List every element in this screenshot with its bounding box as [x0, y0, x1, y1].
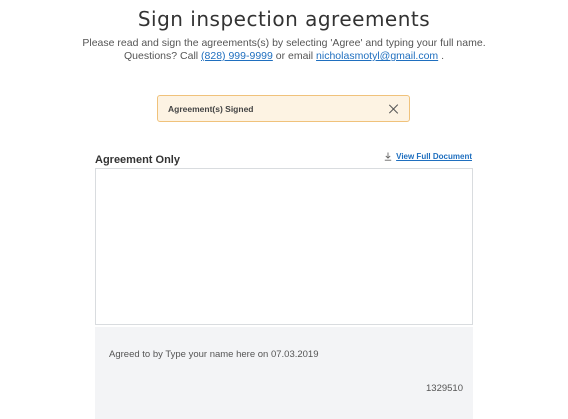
close-icon[interactable] [388, 103, 400, 115]
page-title: Sign inspection agreements [137, 7, 431, 31]
instructions-text: Please read and sign the agreements(s) b… [82, 37, 486, 49]
page: Sign inspection agreements Please read a… [0, 0, 568, 419]
success-alert: Agreement(s) Signed [157, 95, 410, 122]
contact-line: Questions? Call (828) 999-9999 or email … [0, 50, 568, 63]
or-email-label: or email [275, 50, 314, 62]
email-link[interactable]: nicholasmotyl@gmail.com [316, 50, 438, 62]
download-icon [384, 152, 392, 161]
agreement-document-viewer[interactable] [95, 168, 473, 325]
view-full-document[interactable]: View Full Document [384, 152, 472, 161]
phone-link[interactable]: (828) 999-9999 [201, 50, 273, 62]
signature-panel: Agreed to by Type your name here on 07.0… [95, 327, 473, 419]
signature-code: 1329510 [426, 383, 463, 394]
view-full-document-link[interactable]: View Full Document [396, 152, 472, 161]
questions-label: Questions? Call [123, 50, 199, 62]
page-instructions: Please read and sign the agreements(s) b… [0, 37, 568, 63]
trailing-period: . [441, 50, 445, 62]
agreed-statement: Agreed to by Type your name here on 07.0… [109, 349, 319, 360]
agreement-title: Agreement Only [95, 154, 180, 166]
alert-message: Agreement(s) Signed [168, 103, 254, 114]
